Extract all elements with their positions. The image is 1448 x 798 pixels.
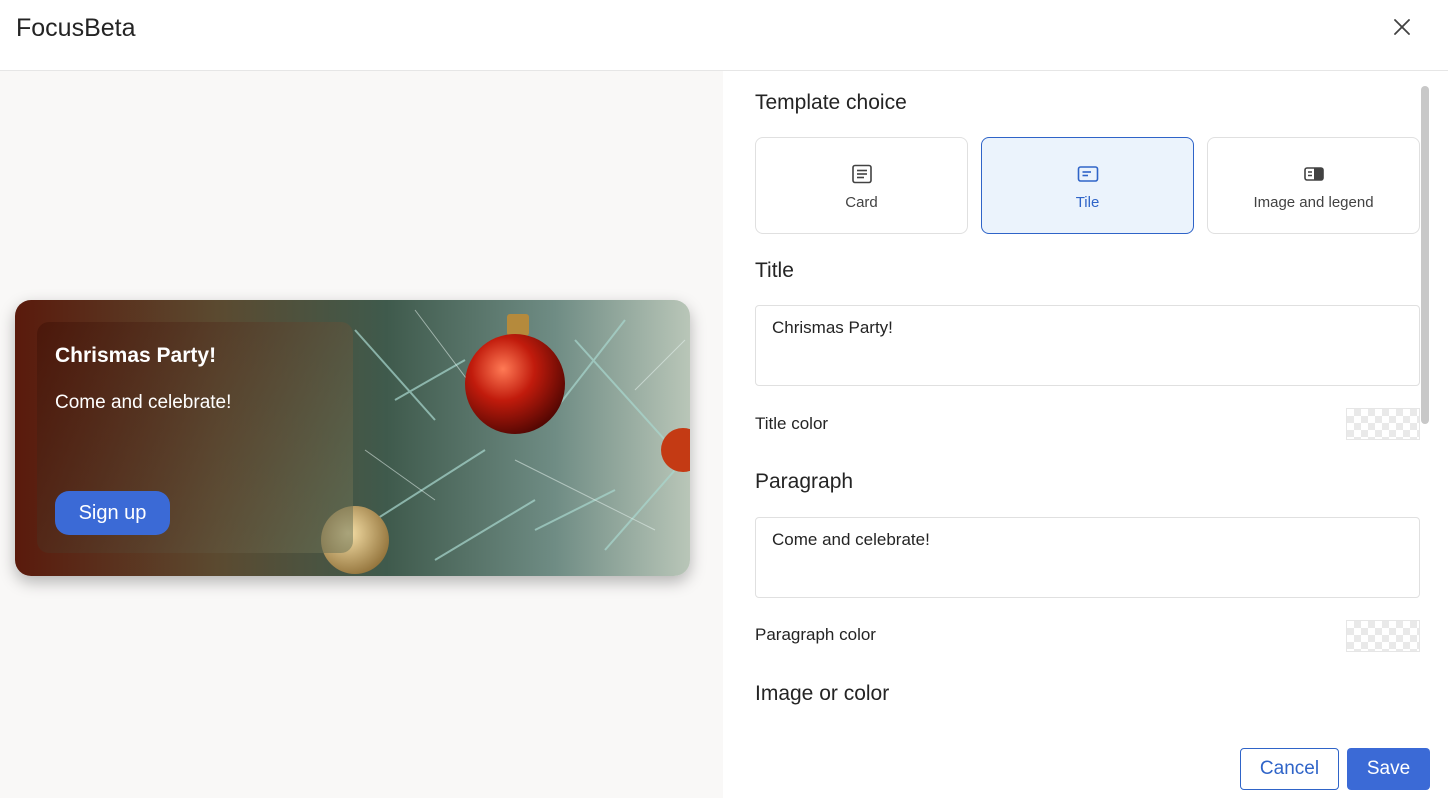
paragraph-input[interactable]: Come and celebrate! <box>755 517 1420 598</box>
image-or-color-heading: Image or color <box>755 682 890 705</box>
settings-scrollbar[interactable] <box>1421 86 1429 424</box>
template-option-label: Image and legend <box>1253 194 1374 211</box>
sign-up-button[interactable]: Sign up <box>55 491 170 535</box>
title-color-label: Title color <box>755 414 829 433</box>
title-input[interactable]: Chrismas Party! <box>755 305 1420 386</box>
paragraph-input-value: Come and celebrate! <box>772 530 930 549</box>
close-icon <box>1394 19 1410 35</box>
preview-card: Chrismas Party! Come and celebrate! Sign… <box>15 300 690 576</box>
template-option-label: Tile <box>1075 194 1100 211</box>
tile-template-icon <box>1077 166 1098 182</box>
cancel-button[interactable]: Cancel <box>1240 748 1339 790</box>
title-color-picker[interactable] <box>1346 408 1420 440</box>
paragraph-color-label: Paragraph color <box>755 625 876 644</box>
preview-pane: Chrismas Party! Come and celebrate! Sign… <box>0 71 723 798</box>
template-option-image-legend[interactable]: Image and legend <box>1207 137 1420 234</box>
settings-pane: Template choice Card Tile Image and lege… <box>723 71 1448 798</box>
template-option-label: Card <box>845 194 878 211</box>
title-heading: Title <box>755 259 794 282</box>
card-template-icon <box>851 164 872 184</box>
template-choice-heading: Template choice <box>755 91 907 114</box>
preview-title: Chrismas Party! <box>55 344 217 367</box>
template-option-tile[interactable]: Tile <box>981 137 1194 234</box>
preview-paragraph: Come and celebrate! <box>55 392 232 413</box>
paragraph-color-picker[interactable] <box>1346 620 1420 652</box>
image-legend-template-icon <box>1303 167 1324 181</box>
close-button[interactable] <box>1388 13 1416 41</box>
template-option-card[interactable]: Card <box>755 137 968 234</box>
paragraph-heading: Paragraph <box>755 470 854 493</box>
title-input-value: Chrismas Party! <box>772 318 893 337</box>
app-title: FocusBeta <box>16 14 136 42</box>
save-button[interactable]: Save <box>1347 748 1430 790</box>
dialog-header: FocusBeta <box>0 0 1448 71</box>
